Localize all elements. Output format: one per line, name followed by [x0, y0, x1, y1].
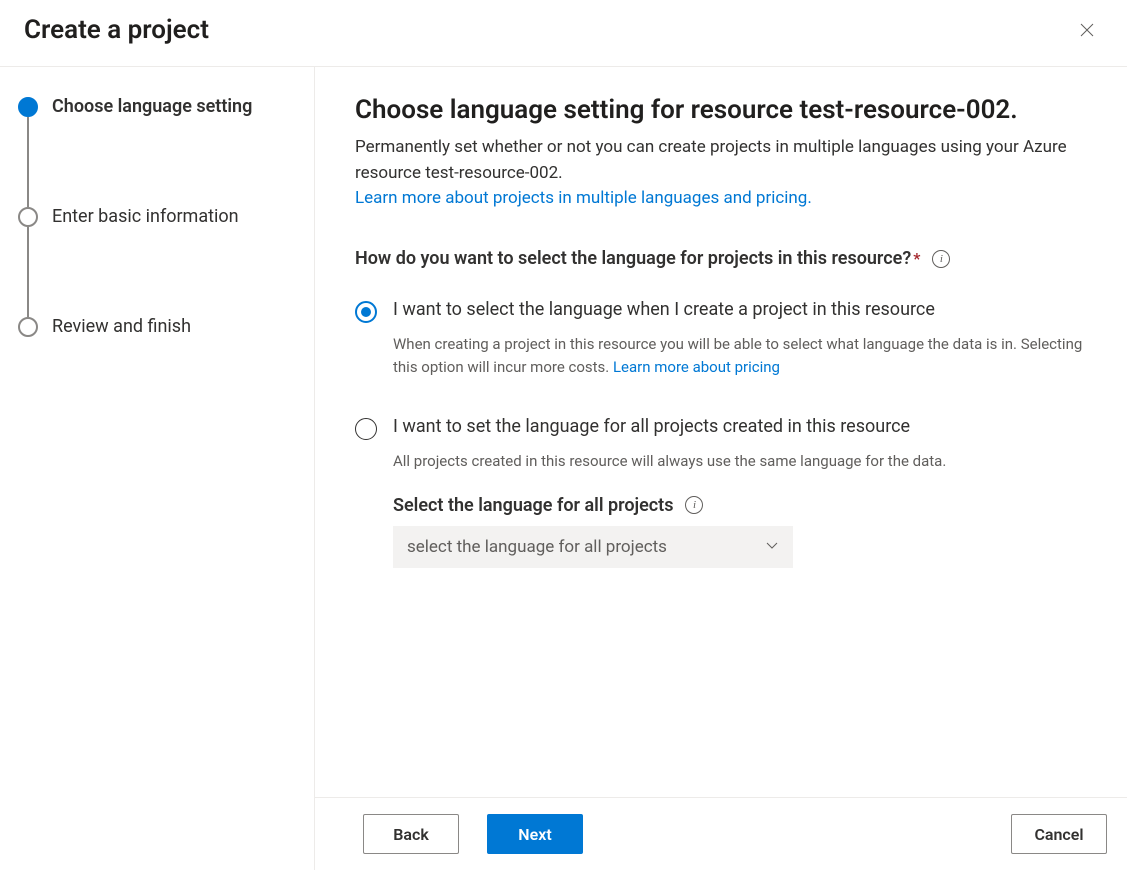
back-button[interactable]: Back	[363, 814, 459, 854]
step-connector	[27, 117, 29, 207]
close-icon	[1079, 22, 1095, 38]
cancel-button[interactable]: Cancel	[1011, 814, 1107, 854]
step-review[interactable]: Review and finish	[18, 317, 290, 337]
wizard-steps: Choose language setting Enter basic info…	[0, 67, 315, 870]
dropdown-placeholder: select the language for all projects	[407, 537, 667, 557]
step-label: Choose language setting	[52, 97, 252, 117]
chevron-down-icon	[765, 537, 779, 557]
next-button[interactable]: Next	[487, 814, 583, 854]
dropdown-label: Select the language for all projects	[393, 495, 673, 516]
learn-more-languages-link[interactable]: Learn more about projects in multiple la…	[355, 188, 812, 208]
modal-title: Create a project	[24, 15, 209, 45]
radio-button[interactable]	[355, 418, 377, 440]
step-basic-info[interactable]: Enter basic information	[18, 207, 290, 317]
required-indicator: *	[913, 249, 920, 268]
step-label: Enter basic information	[52, 207, 239, 227]
radio-help: When creating a project in this resource…	[393, 333, 1087, 380]
page-description: Permanently set whether or not you can c…	[355, 135, 1087, 186]
radio-button[interactable]	[355, 301, 377, 323]
language-dropdown-field: Select the language for all projects i s…	[393, 495, 946, 568]
step-dot-icon	[18, 97, 38, 117]
radio-option-all-projects[interactable]: I want to set the language for all proje…	[355, 406, 1087, 576]
step-dot-icon	[18, 207, 38, 227]
step-dot-icon	[18, 317, 38, 337]
step-label: Review and finish	[52, 317, 191, 337]
wizard-content: Choose language setting for resource tes…	[315, 67, 1127, 797]
info-icon[interactable]: i	[685, 496, 703, 514]
step-choose-language[interactable]: Choose language setting	[18, 97, 290, 207]
radio-help: All projects created in this resource wi…	[393, 450, 946, 473]
info-icon[interactable]: i	[932, 250, 950, 268]
radio-option-per-project[interactable]: I want to select the language when I cre…	[355, 289, 1087, 388]
modal-body: Choose language setting Enter basic info…	[0, 67, 1127, 870]
language-dropdown[interactable]: select the language for all projects	[393, 526, 793, 568]
language-question: How do you want to select the language f…	[355, 248, 911, 269]
page-title: Choose language setting for resource tes…	[355, 95, 1087, 125]
modal-header: Create a project	[0, 0, 1127, 67]
step-connector	[27, 227, 29, 317]
learn-more-pricing-link[interactable]: Learn more about pricing	[613, 358, 780, 376]
radio-label: I want to set the language for all proje…	[393, 416, 946, 438]
radio-label: I want to select the language when I cre…	[393, 299, 1087, 321]
wizard-footer: Back Next Cancel	[315, 797, 1127, 870]
close-button[interactable]	[1071, 14, 1103, 46]
